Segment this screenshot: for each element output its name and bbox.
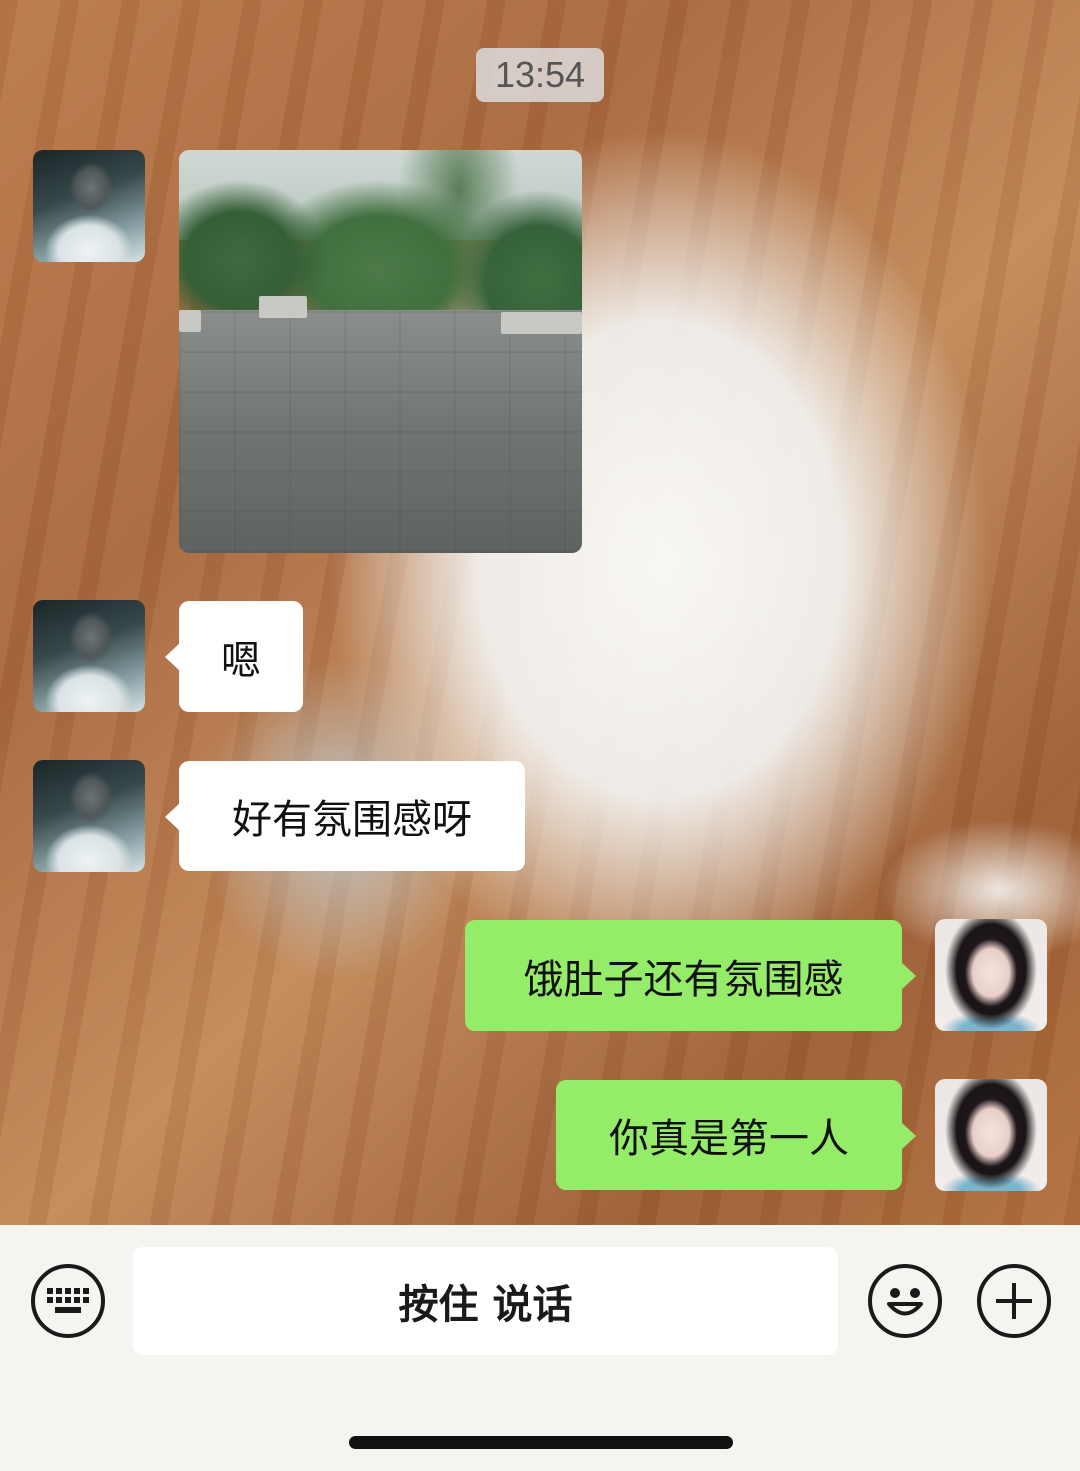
- message-text: 饿肚子还有氛围感: [523, 956, 844, 1003]
- keyboard-icon: [47, 1288, 89, 1313]
- self-avatar[interactable]: [935, 1079, 1047, 1191]
- self-avatar[interactable]: [935, 919, 1047, 1031]
- contact-avatar[interactable]: [33, 760, 145, 872]
- contact-avatar[interactable]: [33, 600, 145, 712]
- plus-icon: [996, 1283, 1032, 1319]
- image-message[interactable]: [179, 150, 582, 553]
- emoji-button[interactable]: [868, 1264, 942, 1338]
- photo-bench: [501, 312, 582, 334]
- sent-message-bubble[interactable]: 饿肚子还有氛围感: [465, 920, 916, 1031]
- more-button[interactable]: [977, 1264, 1051, 1338]
- photo-bench: [179, 310, 201, 332]
- emoji-icon: [887, 1288, 923, 1316]
- timestamp-label: 13:54: [476, 48, 604, 102]
- sent-message-bubble[interactable]: 你真是第一人: [556, 1080, 916, 1190]
- photo-bench: [259, 296, 307, 318]
- message-text: 好有氛围感呀: [232, 797, 472, 843]
- photo-wet-path: [179, 310, 582, 553]
- message-text: 嗯: [221, 637, 261, 684]
- home-indicator: [349, 1436, 733, 1449]
- keyboard-toggle-button[interactable]: [31, 1264, 105, 1338]
- received-message-bubble[interactable]: 好有氛围感呀: [165, 761, 525, 871]
- message-text: 你真是第一人: [609, 1116, 849, 1162]
- contact-avatar[interactable]: [33, 150, 145, 262]
- hold-to-talk-button[interactable]: 按住 说话: [133, 1247, 838, 1355]
- received-message-bubble[interactable]: 嗯: [165, 601, 303, 712]
- hold-to-talk-label: 按住 说话: [398, 1282, 573, 1328]
